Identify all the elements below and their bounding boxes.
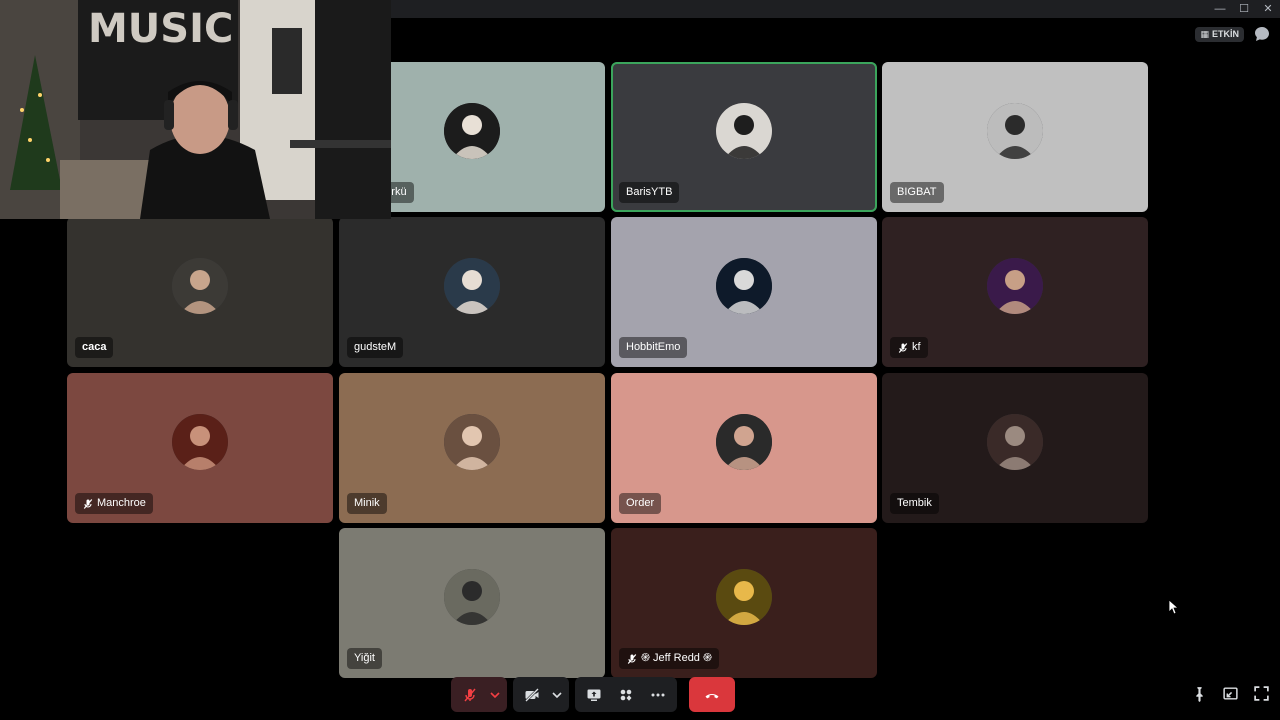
participant-name: HobbitEmo <box>626 341 681 353</box>
participant-name: ֍ Jeff Redd ֍ <box>641 652 712 664</box>
participant-avatar <box>716 569 772 625</box>
webcam-feed: MUSIC <box>0 0 391 219</box>
disconnect-button[interactable] <box>689 677 735 712</box>
participant-tile[interactable]: Manchroe <box>67 373 333 523</box>
participant-avatar <box>987 103 1043 159</box>
mic-options-button[interactable] <box>487 681 503 709</box>
participant-name-tag: Yiğit <box>347 648 382 669</box>
microphone-muted-icon <box>83 498 93 509</box>
pop-out-icon[interactable] <box>1222 685 1239 702</box>
participant-name: kf <box>912 341 921 353</box>
participant-avatar <box>444 569 500 625</box>
mic-toggle-button[interactable] <box>455 681 485 709</box>
participant-name-tag: Tembik <box>890 493 939 514</box>
participant-avatar <box>172 414 228 470</box>
action-control-group <box>575 677 677 712</box>
fullscreen-icon[interactable] <box>1253 685 1270 702</box>
ellipsis-icon <box>651 693 665 696</box>
activities-button[interactable] <box>611 681 641 709</box>
streamer-webcam: MUSIC <box>0 0 391 219</box>
participant-name: Manchroe <box>97 497 146 509</box>
participant-name-tag: Order <box>619 493 662 514</box>
event-label: ETKİN <box>1212 29 1239 39</box>
chevron-down-icon <box>490 691 500 698</box>
microphone-muted-icon <box>464 688 476 701</box>
participant-avatar <box>172 258 228 314</box>
participant-name: Order <box>626 497 655 509</box>
participant-avatar <box>716 258 772 314</box>
participant-tile[interactable]: caca <box>67 217 333 367</box>
microphone-muted-icon <box>898 342 908 353</box>
camera-toggle-button[interactable] <box>517 681 547 709</box>
participant-name: BIGBAT <box>897 186 937 198</box>
participant-tile[interactable]: Minik <box>339 373 605 523</box>
participant-avatar <box>444 258 500 314</box>
poster-text: MUSIC <box>88 6 233 52</box>
participant-avatar <box>716 414 772 470</box>
participant-name-tag: ֍ Jeff Redd ֍ <box>619 648 719 669</box>
participant-tile[interactable]: Order <box>611 373 877 523</box>
participant-name: gudsteM <box>354 341 397 353</box>
participant-avatar <box>987 258 1043 314</box>
participant-name: Minik <box>354 497 380 509</box>
participant-tile[interactable]: gudsteM <box>339 217 605 367</box>
participant-name: Yiğit <box>354 652 375 664</box>
participant-name: caca <box>82 341 107 353</box>
participant-tile[interactable]: BarisYTB <box>611 62 877 212</box>
participant-name-tag: HobbitEmo <box>619 337 688 358</box>
event-badge[interactable]: ▦ ETKİN <box>1195 26 1244 42</box>
participant-name-tag: BIGBAT <box>890 182 944 203</box>
microphone-muted-icon <box>627 653 637 664</box>
participant-avatar <box>444 414 500 470</box>
camera-off-icon <box>525 687 539 702</box>
camera-control-group <box>513 677 569 712</box>
participant-tile[interactable]: Yiğit <box>339 528 605 678</box>
screen-share-button[interactable] <box>579 681 609 709</box>
mic-control-group <box>451 677 507 712</box>
close-icon[interactable]: ✕ <box>1262 2 1274 16</box>
maximize-icon[interactable]: ☐ <box>1238 2 1250 16</box>
call-header-actions: ▦ ETKİN <box>1195 26 1270 42</box>
mouse-cursor-icon <box>1168 599 1180 615</box>
participant-name: BarisYTB <box>626 186 673 198</box>
more-options-button[interactable] <box>643 681 673 709</box>
participant-tile[interactable]: Tembik <box>882 373 1148 523</box>
participant-tile[interactable]: HobbitEmo <box>611 217 877 367</box>
participant-avatar <box>444 103 500 159</box>
chevron-down-icon <box>552 691 562 698</box>
view-controls <box>1191 685 1270 702</box>
participant-name-tag: Minik <box>347 493 387 514</box>
participant-name-tag: gudsteM <box>347 337 404 358</box>
hang-up-phone-icon <box>705 693 719 698</box>
screen-share-icon <box>587 689 601 701</box>
participant-name-tag: BarisYTB <box>619 182 680 203</box>
participant-tile[interactable]: kf <box>882 217 1148 367</box>
participant-name-tag: caca <box>75 337 114 358</box>
participant-name-tag: kf <box>890 337 928 358</box>
window-controls: — ☐ ✕ <box>1214 2 1274 16</box>
pin-icon[interactable] <box>1191 685 1208 702</box>
chat-bubble-icon[interactable] <box>1254 26 1270 42</box>
participant-tile[interactable]: ֍ Jeff Redd ֍ <box>611 528 877 678</box>
participant-avatar <box>987 414 1043 470</box>
participant-name: Tembik <box>897 497 932 509</box>
camera-options-button[interactable] <box>549 681 565 709</box>
participant-avatar <box>716 103 772 159</box>
participant-name-tag: Manchroe <box>75 493 153 514</box>
activities-icon <box>620 689 632 701</box>
calendar-icon: ▦ <box>1200 28 1209 39</box>
minimize-icon[interactable]: — <box>1214 2 1226 16</box>
call-controls <box>451 677 735 712</box>
participant-tile[interactable]: BIGBAT <box>882 62 1148 212</box>
